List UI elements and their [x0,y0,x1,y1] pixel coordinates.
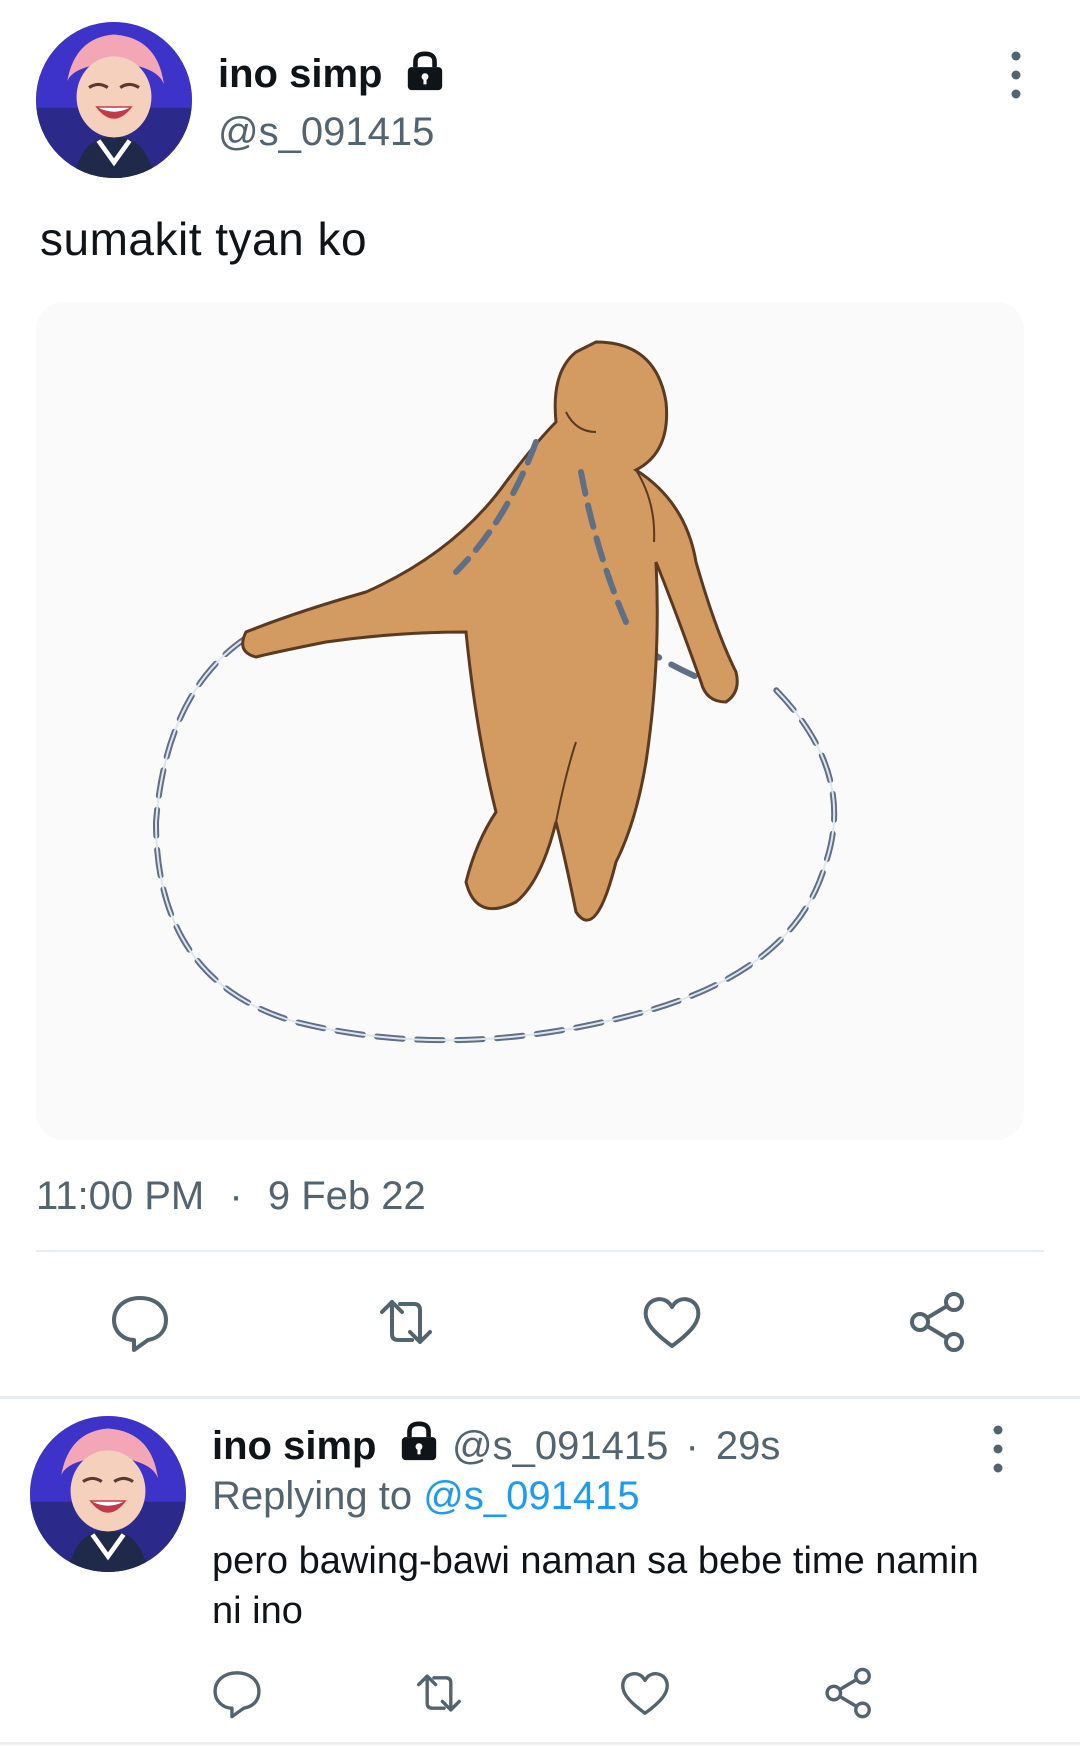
reply-elapsed-time[interactable]: 29s [716,1424,781,1468]
reply-retweet-button[interactable] [412,1666,466,1720]
thread-divider [0,1396,1080,1399]
reply-like-button[interactable] [618,1666,672,1720]
tweet-date: 9 Feb 22 [267,1174,426,1218]
reply-author-name[interactable]: ino simp [212,1424,376,1469]
more-options-icon[interactable] [986,1422,1010,1476]
reply-text: pero bawing-bawi naman sa bebe time nami… [212,1540,979,1632]
author-avatar[interactable] [36,22,192,178]
like-button[interactable] [640,1290,704,1354]
retweet-icon [417,1674,461,1712]
tweet-media[interactable] [36,302,1024,1140]
like-icon [621,1672,669,1715]
like-icon [643,1297,701,1348]
author-handle[interactable]: @s_091415 [218,110,434,155]
lock-icon [407,51,443,91]
replying-to-mention[interactable]: @s_091415 [423,1474,639,1518]
share-button[interactable] [906,1290,970,1354]
share-icon [825,1667,871,1719]
tweet-timestamp[interactable]: 11:00 PM · 9 Feb 22 [36,1174,426,1219]
reply-icon [213,1671,261,1719]
reply-reply-button[interactable] [210,1666,264,1720]
retweet-button[interactable] [374,1290,438,1354]
avatar-image [30,1416,186,1572]
bottom-divider [0,1742,1080,1745]
reply-author-avatar[interactable] [30,1416,186,1572]
timestamp-separator: · [229,1174,243,1218]
avatar-image [36,22,192,178]
divider [36,1250,1044,1252]
share-icon [910,1292,964,1352]
reply-button[interactable] [108,1290,172,1354]
replying-to-prefix: Replying to [212,1474,413,1518]
reply-share-button[interactable] [822,1666,876,1720]
reply-icon [112,1296,168,1352]
tweet-time: 11:00 PM [36,1174,205,1218]
more-options-icon[interactable] [1004,48,1028,102]
replying-to: Replying to @s_091415 [212,1474,640,1519]
tweet-text: sumakit tyan ko [40,213,368,265]
reply-author-handle[interactable]: @s_091415 [452,1424,668,1468]
reply-meta: @s_091415 · 29s [452,1424,780,1469]
lock-icon [401,1421,437,1461]
author-name[interactable]: ino simp [218,52,382,97]
jump-rope-figure-illustration [36,302,1024,1140]
meta-separator: · [685,1424,699,1468]
retweet-icon [380,1300,432,1344]
